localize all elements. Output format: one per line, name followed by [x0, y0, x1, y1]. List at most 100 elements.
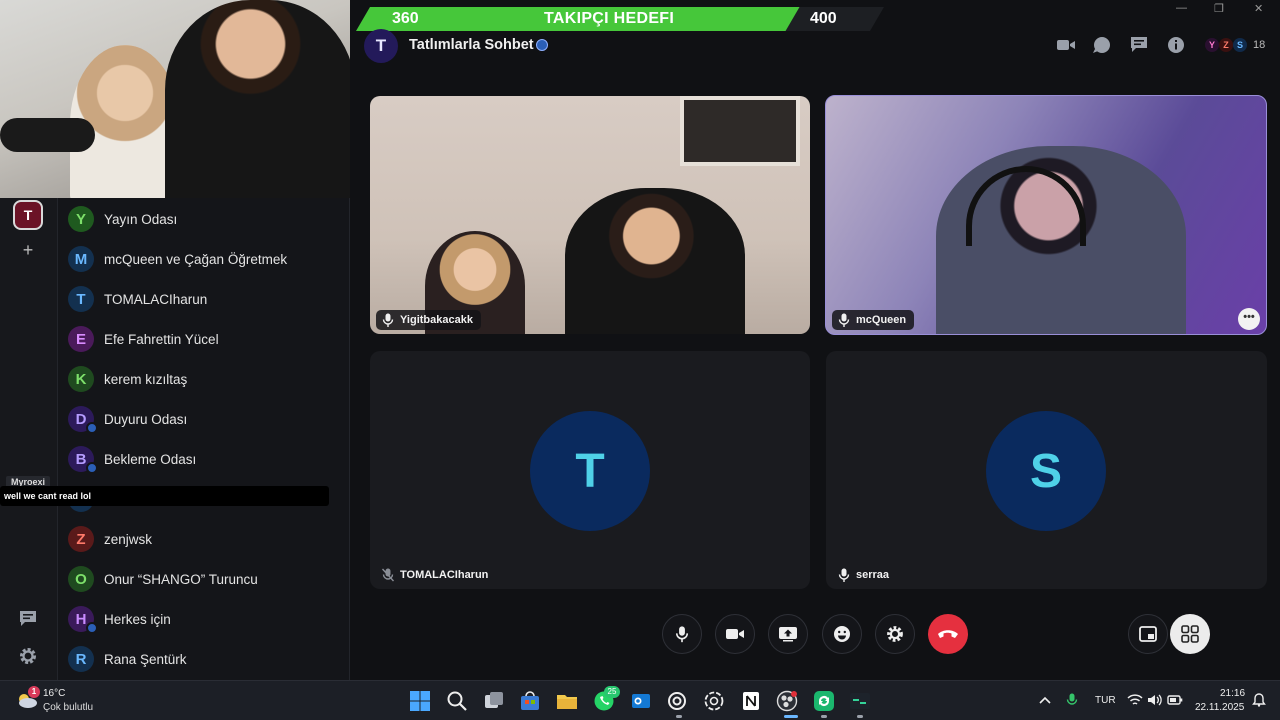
channel-item[interactable]: H Herkes için	[58, 599, 350, 639]
hang-up-icon	[938, 630, 958, 638]
clock-time[interactable]: 21:16	[1220, 688, 1245, 699]
channel-item[interactable]: Y Yayın Odası	[58, 199, 350, 239]
emoji-button[interactable]	[822, 614, 862, 654]
gear-icon[interactable]	[18, 646, 38, 666]
windows-start-icon[interactable]	[409, 690, 431, 712]
channel-avatar: D	[68, 406, 98, 434]
public-globe-icon	[86, 422, 98, 434]
chat-bubble-icon[interactable]	[1092, 36, 1112, 54]
outlook-icon[interactable]	[630, 690, 652, 712]
search-icon[interactable]	[446, 690, 468, 712]
channel-label: Duyuru Odası	[104, 411, 188, 427]
channel-item[interactable]: E Efe Fahrettin Yücel	[58, 319, 350, 359]
clock-date[interactable]: 22.11.2025	[1195, 702, 1244, 713]
task-view-icon[interactable]	[483, 690, 505, 712]
taskbar: 1 16°C Çok bulutlu 25 TUR 21:16 22.11.20…	[0, 680, 1280, 720]
close-button[interactable]: ✕	[1254, 2, 1263, 15]
microphone-button[interactable]	[662, 614, 702, 654]
participant-name: TOMALACIharun	[400, 569, 489, 581]
channel-avatar: H	[68, 606, 98, 634]
picture-in-picture-button[interactable]	[1128, 614, 1168, 654]
maximize-button[interactable]: ❐	[1214, 2, 1224, 15]
minimize-button[interactable]: —	[1176, 2, 1187, 14]
channel-item[interactable]: T TOMALACIharun	[58, 279, 350, 319]
chevron-up-icon[interactable]	[1038, 693, 1052, 707]
member-count[interactable]: 18	[1253, 39, 1265, 51]
follower-goal-current: 360	[392, 10, 419, 27]
participant-name: serraa	[856, 569, 890, 581]
channel-label: mcQueen ve Çağan Öğretmek	[104, 251, 288, 267]
public-globe-icon	[536, 39, 548, 51]
meeting-app-icon[interactable]	[813, 690, 835, 712]
channel-avatar: E	[68, 326, 94, 352]
streamer-webcam-overlay	[0, 0, 350, 198]
camera-button[interactable]	[715, 614, 755, 654]
add-server-button[interactable]: +	[18, 240, 38, 260]
channel-avatar: M	[68, 246, 94, 272]
wall-frame	[680, 96, 800, 166]
microphone-icon	[838, 313, 850, 327]
screen-share-button[interactable]	[768, 614, 808, 654]
video-tile-yigitbakacakk[interactable]: Yigitbakacakk	[370, 96, 810, 334]
member-avatar[interactable]: S	[1233, 38, 1247, 52]
member-avatar[interactable]: Z	[1219, 38, 1233, 52]
grid-view-button[interactable]	[1170, 614, 1210, 654]
microphone-icon	[838, 568, 850, 582]
battery-icon[interactable]	[1167, 693, 1183, 707]
info-icon[interactable]	[1166, 36, 1186, 54]
wifi-icon[interactable]	[1127, 693, 1143, 707]
grid-icon	[1181, 625, 1199, 643]
notification-bell-icon[interactable]	[1252, 693, 1266, 707]
notion-icon[interactable]	[740, 690, 762, 712]
follower-goal-bar: 360 TAKIPÇI HEDEFI 400	[356, 7, 884, 31]
screen: T + Y Yayın Odası MmcQueen ve Çağan Öğretm…	[0, 0, 1280, 720]
room-title: Tatlımlarla Sohbet	[409, 37, 534, 53]
file-explorer-icon[interactable]	[556, 690, 578, 712]
app-circle-icon[interactable]	[666, 690, 688, 712]
channel-avatar: B	[68, 446, 98, 474]
server-icon[interactable]: T	[13, 200, 43, 230]
channel-item[interactable]: Kkerem kızıltaş	[58, 359, 350, 399]
more-options-button[interactable]: •••	[1238, 308, 1260, 330]
active-indicator	[784, 715, 798, 718]
member-avatar[interactable]: Y	[1205, 38, 1219, 52]
threads-icon[interactable]	[1129, 36, 1149, 54]
microphone-icon	[382, 313, 394, 327]
chat-icon[interactable]	[18, 610, 38, 628]
participant-avatar-letter: T	[575, 444, 605, 498]
channel-avatar: K	[68, 366, 94, 392]
channel-item[interactable]: O Onur “SHANGO” Turuncu	[58, 559, 350, 599]
gear-icon	[887, 626, 903, 642]
weather-description[interactable]: Çok bulutlu	[43, 702, 93, 713]
channel-item[interactable]: B Bekleme Odası	[58, 439, 350, 479]
follower-goal-target: 400	[810, 10, 837, 27]
server-rail: T +	[0, 198, 58, 680]
channel-item[interactable]: R Rana Şentürk	[58, 639, 350, 679]
channel-label: kerem kızıltaş	[104, 371, 188, 387]
follower-goal-title: TAKIPÇI HEDEFI	[544, 10, 675, 27]
video-tile-tomalaciharun[interactable]: T TOMALACIharun	[370, 351, 810, 589]
keyboard-language[interactable]: TUR	[1095, 695, 1116, 706]
obs-studio-icon[interactable]	[776, 690, 798, 712]
video-tile-mcqueen[interactable]: mcQueen •••	[825, 95, 1267, 335]
participant-name-tag: TOMALACIharun	[376, 565, 496, 585]
camera-icon	[726, 629, 744, 639]
channel-label: Yayın Odası	[104, 211, 178, 227]
terminal-icon[interactable]	[849, 690, 871, 712]
settings-button[interactable]	[875, 614, 915, 654]
video-icon[interactable]	[1056, 36, 1076, 54]
video-tile-serraa[interactable]: S serraa	[826, 351, 1267, 589]
chatgpt-icon[interactable]	[703, 690, 725, 712]
microphone-muted-icon	[382, 568, 394, 582]
volume-icon[interactable]	[1147, 693, 1163, 707]
channel-item[interactable]: MmcQueen ve Çağan Öğretmek	[58, 239, 350, 279]
channel-avatar: Z	[68, 526, 94, 552]
end-call-button[interactable]	[928, 614, 968, 654]
weather-temperature[interactable]: 16°C	[43, 688, 65, 699]
microphone-tray-icon[interactable]	[1066, 692, 1078, 708]
channel-label: Onur “SHANGO” Turuncu	[104, 571, 258, 587]
video-person	[565, 188, 745, 334]
channel-item[interactable]: D Duyuru Odası	[58, 399, 350, 439]
channel-item[interactable]: Zzenjwsk	[58, 519, 350, 559]
store-icon[interactable]	[519, 690, 541, 712]
